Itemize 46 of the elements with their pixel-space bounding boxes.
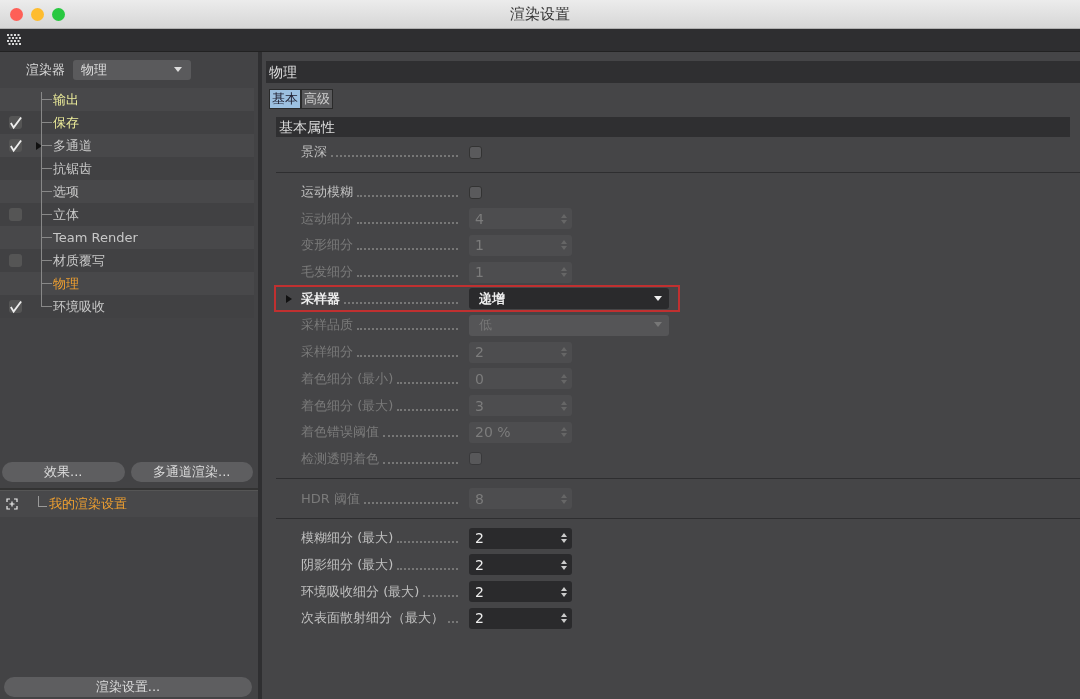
number-field[interactable]: 2 bbox=[469, 581, 572, 603]
checkbox[interactable] bbox=[469, 185, 482, 199]
field-label: 阴影细分 (最大) bbox=[301, 555, 394, 574]
number-field[interactable]: 2 bbox=[469, 527, 572, 549]
render-settings-button[interactable]: 渲染设置... bbox=[4, 677, 252, 697]
sidebar-item[interactable]: 保存 bbox=[52, 113, 79, 132]
section-header: 基本属性 bbox=[276, 117, 1070, 137]
minimize-button[interactable] bbox=[31, 7, 44, 21]
expand-arrow-icon[interactable] bbox=[36, 141, 42, 150]
window-title: 渲染设置 bbox=[510, 4, 570, 24]
panel-button[interactable]: 多通道渲染... bbox=[130, 462, 253, 482]
tab[interactable]: 基本 bbox=[269, 89, 301, 109]
sidebar-item[interactable]: 环境吸收 bbox=[52, 297, 105, 316]
renderer-dropdown[interactable]: 物理 bbox=[73, 60, 191, 80]
caret-icon bbox=[653, 322, 663, 329]
focus-icon bbox=[6, 498, 18, 510]
sidebar-item[interactable]: 抗锯齿 bbox=[52, 159, 92, 178]
panel-title: 物理 bbox=[266, 61, 1080, 83]
sidebar-item[interactable]: 物理 bbox=[52, 274, 79, 293]
caret-icon bbox=[173, 67, 183, 73]
sidebar-item[interactable]: 输出 bbox=[52, 90, 79, 109]
sidebar-item[interactable]: 立体 bbox=[52, 205, 79, 224]
field-label: 采样器 bbox=[301, 289, 340, 308]
number-field[interactable]: 2 bbox=[469, 554, 572, 576]
field-label: 景深 bbox=[301, 143, 327, 162]
caret-icon bbox=[653, 295, 663, 302]
stepper-icon[interactable] bbox=[561, 613, 567, 624]
panel-button[interactable]: 效果... bbox=[2, 462, 125, 482]
dropdown[interactable]: 递增 bbox=[469, 288, 669, 310]
field-label: 环境吸收细分 (最大) bbox=[301, 582, 420, 601]
stepper-icon[interactable] bbox=[561, 559, 567, 570]
zoom-button[interactable] bbox=[52, 7, 65, 21]
tab[interactable]: 高级 bbox=[301, 89, 333, 109]
stepper-icon[interactable] bbox=[561, 533, 567, 544]
sidebar-item[interactable]: 选项 bbox=[52, 182, 79, 201]
field-label: 运动模糊 bbox=[301, 183, 353, 202]
field-label: 模糊细分 (最大) bbox=[301, 529, 394, 548]
number-field[interactable]: 2 bbox=[469, 607, 572, 629]
sidebar-item[interactable]: 多通道 bbox=[52, 136, 92, 155]
stepper-icon[interactable] bbox=[561, 586, 567, 597]
sidebar-item[interactable]: 材质覆写 bbox=[52, 251, 105, 270]
checkbox[interactable] bbox=[469, 145, 482, 159]
renderer-label: 渲染器 bbox=[26, 61, 65, 79]
grid-icon[interactable] bbox=[7, 34, 21, 46]
field-label: 次表面散射细分（最大） bbox=[301, 609, 444, 628]
close-button[interactable] bbox=[10, 7, 23, 21]
